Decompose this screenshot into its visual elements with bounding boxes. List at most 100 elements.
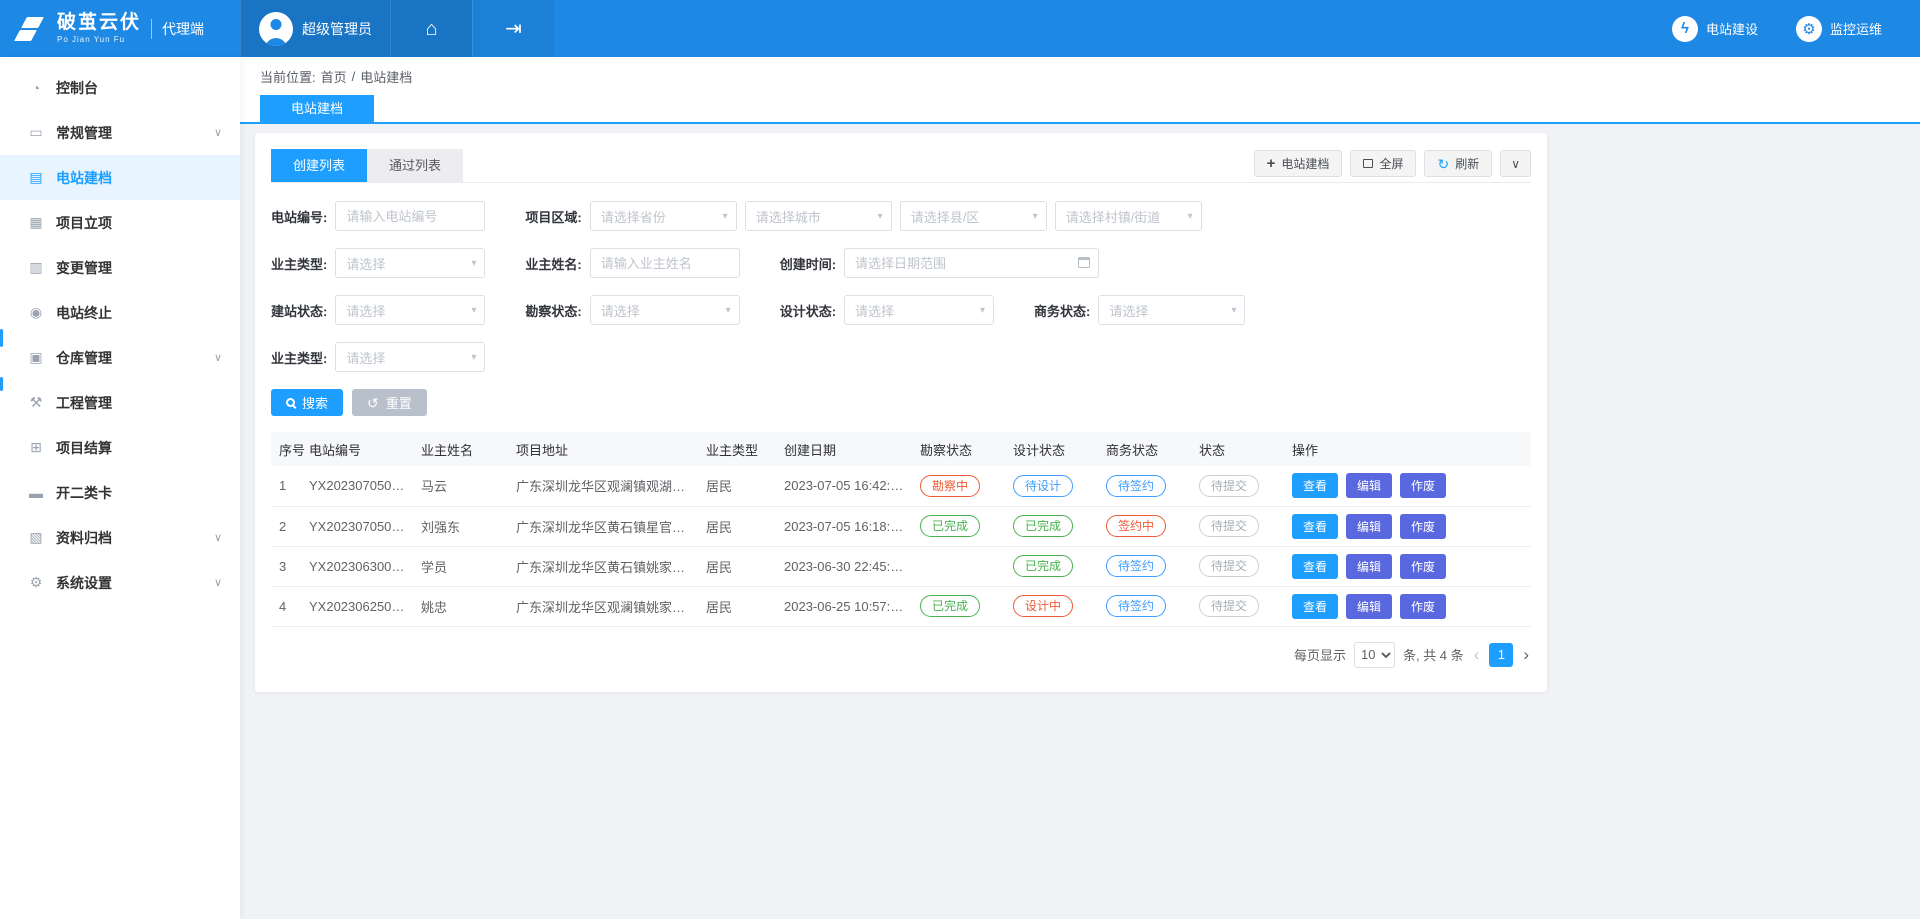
cell-status: 待提交 xyxy=(1191,546,1284,586)
cell-business-status: 待签约 xyxy=(1098,466,1191,506)
select-placeholder: 请选择县/区 xyxy=(911,207,980,226)
sidebar-item-console[interactable]: ◔ 控制台 xyxy=(0,65,240,110)
void-button[interactable]: 作废 xyxy=(1400,594,1446,619)
cell-survey-status xyxy=(912,546,1005,586)
button-label: 电站建档 xyxy=(1281,155,1329,172)
breadcrumb: 当前位置: 首页 / 电站建档 xyxy=(240,57,1920,95)
survey-status-select[interactable]: 请选择 ▾ xyxy=(590,295,740,325)
filter-label: 设计状态: xyxy=(780,301,836,320)
filter-build-status: 建站状态: 请选择 ▾ xyxy=(271,295,485,325)
select-placeholder: 请选择 xyxy=(346,348,385,367)
cell-station-code: YX2023070500011 xyxy=(301,466,413,506)
view-button[interactable]: 查看 xyxy=(1292,473,1338,498)
owner-type2-select[interactable]: 请选择 ▾ xyxy=(335,342,485,372)
province-select[interactable]: 请选择省份 ▾ xyxy=(590,201,737,231)
page-tab-station-archive[interactable]: 电站建档 xyxy=(260,95,374,122)
owner-type-select[interactable]: 请选择 ▾ xyxy=(335,248,485,278)
county-select[interactable]: 请选择县/区 ▾ xyxy=(900,201,1047,231)
home-button[interactable]: ⌂ xyxy=(390,0,472,57)
sidebar-item-label: 资料归档 xyxy=(56,528,112,548)
topbar-spacer xyxy=(554,0,1672,57)
business-status-select[interactable]: 请选择 ▾ xyxy=(1098,295,1245,325)
quick-link-label: 监控运维 xyxy=(1830,19,1882,38)
sidebar-item-project-initiation[interactable]: ▦ 项目立项 xyxy=(0,200,240,245)
status-badge: 待签约 xyxy=(1106,555,1166,577)
sidebar-item-change-mgmt[interactable]: ▥ 变更管理 xyxy=(0,245,240,290)
edit-button[interactable]: 编辑 xyxy=(1346,554,1392,579)
logout-button[interactable]: ⇥ xyxy=(472,0,554,57)
edit-button[interactable]: 编辑 xyxy=(1346,473,1392,498)
town-select[interactable]: 请选择村镇/街道 ▾ xyxy=(1055,201,1202,231)
filter-owner-type-2: 业主类型: 请选择 ▾ xyxy=(271,342,485,372)
user-menu[interactable]: 超级管理员 xyxy=(240,0,390,57)
sidebar-item-system-settings[interactable]: ⚙ 系统设置 ∨ xyxy=(0,560,240,605)
tab-passed-list[interactable]: 通过列表 xyxy=(367,149,463,182)
column-header: 商务状态 xyxy=(1098,432,1191,466)
void-button[interactable]: 作废 xyxy=(1400,554,1446,579)
filter-label: 商务状态: xyxy=(1034,301,1090,320)
topbar: 破茧云伏 Po Jian Yun Fu 代理端 超级管理员 ⌂ ⇥ ϟ 电站建设… xyxy=(0,0,1920,57)
table-row: 3YX2023063000009学员广东深圳龙华区黄石镇姚家庄…居民2023-0… xyxy=(271,546,1531,586)
briefcase-icon: ▦ xyxy=(26,214,46,231)
edit-button[interactable]: 编辑 xyxy=(1346,514,1392,539)
cell-status: 待提交 xyxy=(1191,466,1284,506)
cell-survey-status: 已完成 xyxy=(912,586,1005,626)
owner-name-input[interactable] xyxy=(590,248,740,278)
sidebar-item-label: 电站建档 xyxy=(56,168,112,188)
sidebar-item-data-archive[interactable]: ▧ 资料归档 ∨ xyxy=(0,515,240,560)
build-status-select[interactable]: 请选择 ▾ xyxy=(335,295,485,325)
quick-link-monitor-ops[interactable]: ⚙ 监控运维 xyxy=(1796,0,1882,57)
void-button[interactable]: 作废 xyxy=(1400,473,1446,498)
sidebar-scroll-indicator xyxy=(0,329,3,347)
page-number-button[interactable]: 1 xyxy=(1489,643,1513,667)
view-button[interactable]: 查看 xyxy=(1292,514,1338,539)
create-time-input[interactable] xyxy=(844,248,1099,278)
cell-owner-name: 马云 xyxy=(413,466,508,506)
column-header: 项目地址 xyxy=(508,432,698,466)
cell-owner-type: 居民 xyxy=(698,506,776,546)
city-select[interactable]: 请选择城市 ▾ xyxy=(745,201,892,231)
create-station-button[interactable]: + 电站建档 xyxy=(1254,150,1343,177)
quick-link-station-build[interactable]: ϟ 电站建设 xyxy=(1672,0,1758,57)
status-badge: 待签约 xyxy=(1106,595,1166,617)
station-code-input[interactable] xyxy=(335,201,485,231)
refresh-button[interactable]: ↻ 刷新 xyxy=(1424,150,1492,177)
void-button[interactable]: 作废 xyxy=(1400,514,1446,539)
fullscreen-button[interactable]: 全屏 xyxy=(1350,150,1416,177)
settings-icon: ⚙ xyxy=(26,574,46,591)
chevron-down-icon: ▾ xyxy=(1033,211,1038,222)
prev-page-button[interactable]: ‹ xyxy=(1472,646,1482,663)
button-label: 搜索 xyxy=(302,393,328,412)
button-label: 全屏 xyxy=(1379,155,1403,172)
status-badge: 待提交 xyxy=(1199,595,1259,617)
panel-tabs: 创建列表 通过列表 + 电站建档 全屏 xyxy=(271,149,1531,183)
view-button[interactable]: 查看 xyxy=(1292,594,1338,619)
edit-button[interactable]: 编辑 xyxy=(1346,594,1392,619)
view-button[interactable]: 查看 xyxy=(1292,554,1338,579)
filter-station-code: 电站编号: xyxy=(271,201,485,231)
status-badge: 已完成 xyxy=(1013,555,1073,577)
column-header: 电站编号 xyxy=(301,432,413,466)
sidebar-item-general-mgmt[interactable]: ▭ 常规管理 ∨ xyxy=(0,110,240,155)
sidebar-item-class2-card[interactable]: ▬ 开二类卡 xyxy=(0,470,240,515)
tab-create-list[interactable]: 创建列表 xyxy=(271,149,367,182)
search-button[interactable]: 搜索 xyxy=(271,389,343,416)
monitor-icon: ▭ xyxy=(26,124,46,141)
status-badge: 已完成 xyxy=(1013,515,1073,537)
sidebar-item-warehouse-mgmt[interactable]: ▣ 仓库管理 ∨ xyxy=(0,335,240,380)
next-page-button[interactable]: › xyxy=(1521,646,1531,663)
sidebar-item-project-settlement[interactable]: ⊞ 项目结算 xyxy=(0,425,240,470)
sidebar-item-station-archive[interactable]: ▤ 电站建档 xyxy=(0,155,240,200)
calendar-icon[interactable] xyxy=(1078,257,1090,268)
per-page-select[interactable]: 10 xyxy=(1354,642,1395,668)
design-status-select[interactable]: 请选择 ▾ xyxy=(844,295,994,325)
select-placeholder: 请选择 xyxy=(346,254,385,273)
sidebar-item-station-termination[interactable]: ◉ 电站终止 xyxy=(0,290,240,335)
breadcrumb-home-link[interactable]: 首页 xyxy=(321,67,347,86)
status-badge: 待提交 xyxy=(1199,515,1259,537)
reset-button[interactable]: ↺ 重置 xyxy=(352,389,427,416)
wrench-icon: ⚙ xyxy=(1796,16,1822,42)
sidebar-item-label: 常规管理 xyxy=(56,123,112,143)
collapse-button[interactable]: ∨ xyxy=(1500,150,1531,177)
sidebar-item-engineering-mgmt[interactable]: ⚒ 工程管理 xyxy=(0,380,240,425)
